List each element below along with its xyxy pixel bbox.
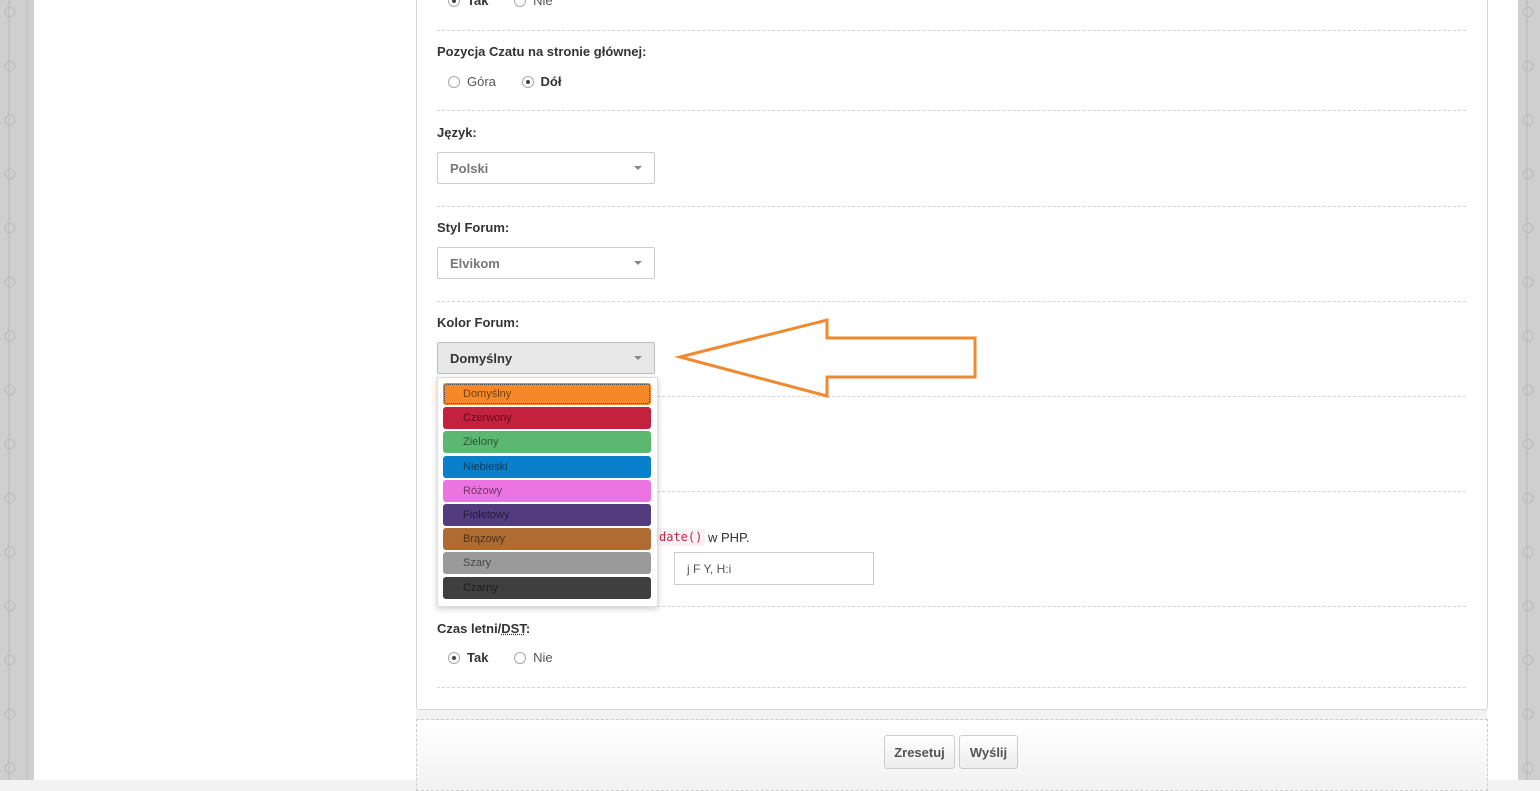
annotation-arrow-icon xyxy=(674,318,977,398)
reset-button[interactable]: Zresetuj xyxy=(884,735,955,769)
submit-button[interactable]: Wyślij xyxy=(959,735,1018,769)
